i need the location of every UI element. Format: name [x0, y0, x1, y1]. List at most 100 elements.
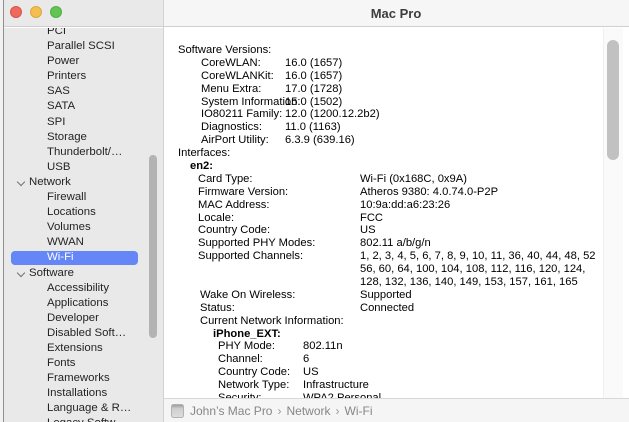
- info-label: PHY Mode:: [218, 340, 275, 353]
- sidebar-item-wi-fi[interactable]: Wi-Fi: [4, 250, 163, 265]
- sidebar-item-frameworks[interactable]: Frameworks: [4, 371, 163, 386]
- sidebar-item-label: USB: [47, 160, 70, 175]
- info-row-en2: en2:: [164, 160, 629, 173]
- sidebar-list: PCIParallel SCSIPowerPrintersSASSATASPIS…: [4, 28, 163, 422]
- info-value: Infrastructure: [303, 379, 369, 392]
- info-value: US: [360, 224, 376, 237]
- sidebar-item-label: Wi-Fi: [47, 250, 74, 265]
- system-information-window: Mac Pro PCIParallel SCSIPowerPrintersSAS…: [0, 0, 629, 422]
- sidebar-item-label: Applications: [47, 296, 108, 311]
- info-value: 15.0 (1502): [285, 96, 342, 109]
- chevron-down-icon[interactable]: [17, 268, 25, 276]
- sidebar-item-label: Software: [29, 266, 74, 281]
- info-label: Wake On Wireless:: [200, 289, 295, 302]
- sidebar-item-power[interactable]: Power: [4, 54, 163, 69]
- sidebar-item-thunderbolt[interactable]: Thunderbolt/…: [4, 145, 163, 160]
- sidebar-item-label: Accessibility: [47, 281, 109, 296]
- sidebar-item-volumes[interactable]: Volumes: [4, 220, 163, 235]
- info-row-menu-extra: Menu Extra:17.0 (1728): [164, 83, 629, 96]
- info-value: Wi-Fi (0x168C, 0x9A): [360, 173, 467, 186]
- info-value: US: [303, 366, 319, 379]
- sidebar-item-label: Volumes: [47, 220, 91, 235]
- sidebar-item-label: Disabled Soft…: [47, 326, 126, 341]
- info-value: 16.0 (1657): [285, 70, 342, 83]
- main-scrollbar-thumb[interactable]: [607, 40, 619, 160]
- sidebar-item-spi[interactable]: SPI: [4, 115, 163, 130]
- sidebar-item-software[interactable]: Software: [4, 266, 163, 281]
- sidebar-item-sas[interactable]: SAS: [4, 84, 163, 99]
- info-row-firmware-version: Firmware Version:Atheros 9380: 4.0.74.0-…: [164, 186, 629, 199]
- window-title: Mac Pro: [163, 0, 629, 27]
- sidebar-item-disabled-soft[interactable]: Disabled Soft…: [4, 326, 163, 341]
- sidebar-item-label: Printers: [47, 69, 86, 84]
- sidebar-item-printers[interactable]: Printers: [4, 69, 163, 84]
- sidebar-item-label: Firewall: [47, 190, 86, 205]
- sidebar-item-firewall[interactable]: Firewall: [4, 190, 163, 205]
- info-label: iPhone_EXT:: [213, 328, 281, 341]
- info-row-diagnostics: Diagnostics:11.0 (1163): [164, 121, 629, 134]
- sidebar-item-sata[interactable]: SATA: [4, 99, 163, 114]
- info-value: 10:9a:dd:a6:23:26: [360, 199, 450, 212]
- info-label: Locale:: [198, 212, 234, 225]
- breadcrumb-item-network[interactable]: Network: [286, 404, 330, 418]
- sidebar-item-label: Network: [29, 175, 71, 190]
- sidebar-item-label: SATA: [47, 99, 75, 114]
- sidebar-item-wwan[interactable]: WWAN: [4, 235, 163, 250]
- info-row-supported-channels: Supported Channels:1, 2, 3, 4, 5, 6, 7, …: [164, 250, 629, 263]
- sidebar-item-label: Frameworks: [47, 371, 110, 386]
- info-row-status: Status:Connected: [164, 302, 629, 315]
- zoom-button[interactable]: [50, 6, 62, 18]
- info-row-channel: Channel:6: [164, 353, 629, 366]
- sidebar-item-language-r[interactable]: Language & R…: [4, 401, 163, 416]
- info-label: IO80211 Family:: [201, 108, 282, 121]
- sidebar-item-network[interactable]: Network: [4, 175, 163, 190]
- info-label: Card Type:: [198, 173, 253, 186]
- info-value: 802.11n: [303, 340, 343, 353]
- sidebar-item-accessibility[interactable]: Accessibility: [4, 281, 163, 296]
- status-bar: John’s Mac Pro›Network›Wi-Fi: [164, 398, 629, 422]
- minimize-button[interactable]: [30, 6, 42, 18]
- info-row-interfaces: Interfaces:: [164, 147, 629, 160]
- mac-pro-icon: [171, 404, 184, 418]
- info-row-network-type: Network Type:Infrastructure: [164, 379, 629, 392]
- info-row-system-information: System Information:15.0 (1502): [164, 96, 629, 109]
- sidebar-item-parallel-scsi[interactable]: Parallel SCSI: [4, 39, 163, 54]
- sidebar-item-developer[interactable]: Developer: [4, 311, 163, 326]
- info-label: AirPort Utility:: [201, 134, 269, 147]
- sidebar-divider: [163, 0, 164, 422]
- breadcrumb-separator: ›: [277, 404, 281, 418]
- breadcrumb-item-john-s-mac-pro[interactable]: John’s Mac Pro: [190, 404, 272, 418]
- breadcrumb-item-wi-fi[interactable]: Wi-Fi: [345, 404, 373, 418]
- sidebar-item-label: Power: [47, 54, 79, 69]
- main-scrollbar-track[interactable]: [603, 28, 623, 398]
- sidebar-item-storage[interactable]: Storage: [4, 130, 163, 145]
- info-row-continuation: 128, 132, 136, 140, 149, 153, 157, 161, …: [164, 276, 629, 289]
- info-row-supported-phy-modes: Supported PHY Modes:802.11 a/b/g/n: [164, 237, 629, 250]
- sidebar-item-usb[interactable]: USB: [4, 160, 163, 175]
- sidebar-item-fonts[interactable]: Fonts: [4, 356, 163, 371]
- sidebar-item-label: Locations: [47, 205, 96, 220]
- breadcrumb: John’s Mac Pro›Network›Wi-Fi: [190, 402, 372, 420]
- info-value: 56, 60, 64, 100, 104, 108, 112, 116, 120…: [360, 263, 585, 276]
- chevron-down-icon[interactable]: [17, 178, 25, 186]
- info-value: 12.0 (1200.12.2b2): [285, 108, 380, 121]
- sidebar-item-installations[interactable]: Installations: [4, 386, 163, 401]
- sidebar-item-legacy-softw[interactable]: Legacy Softw…: [4, 416, 163, 422]
- sidebar-item-locations[interactable]: Locations: [4, 205, 163, 220]
- sidebar-scrollbar-thumb[interactable]: [149, 155, 157, 338]
- info-value: 802.11 a/b/g/n: [360, 237, 431, 250]
- sidebar-item-pci[interactable]: PCI: [4, 28, 163, 39]
- sidebar-item-label: SPI: [47, 115, 65, 130]
- sidebar-item-extensions[interactable]: Extensions: [4, 341, 163, 356]
- info-label: Software Versions:: [178, 44, 271, 57]
- sidebar-item-label: Installations: [47, 386, 107, 401]
- info-row-country-code: Country Code: US: [164, 224, 629, 237]
- info-value: 11.0 (1163): [285, 121, 341, 134]
- info-label: CoreWLANKit:: [201, 70, 274, 83]
- close-button[interactable]: [10, 6, 22, 18]
- sidebar-item-applications[interactable]: Applications: [4, 296, 163, 311]
- info-label: Menu Extra:: [201, 83, 261, 96]
- info-label: Country Code:: [198, 224, 270, 237]
- sidebar-item-label: SAS: [47, 84, 70, 99]
- info-value: FCC: [360, 212, 383, 225]
